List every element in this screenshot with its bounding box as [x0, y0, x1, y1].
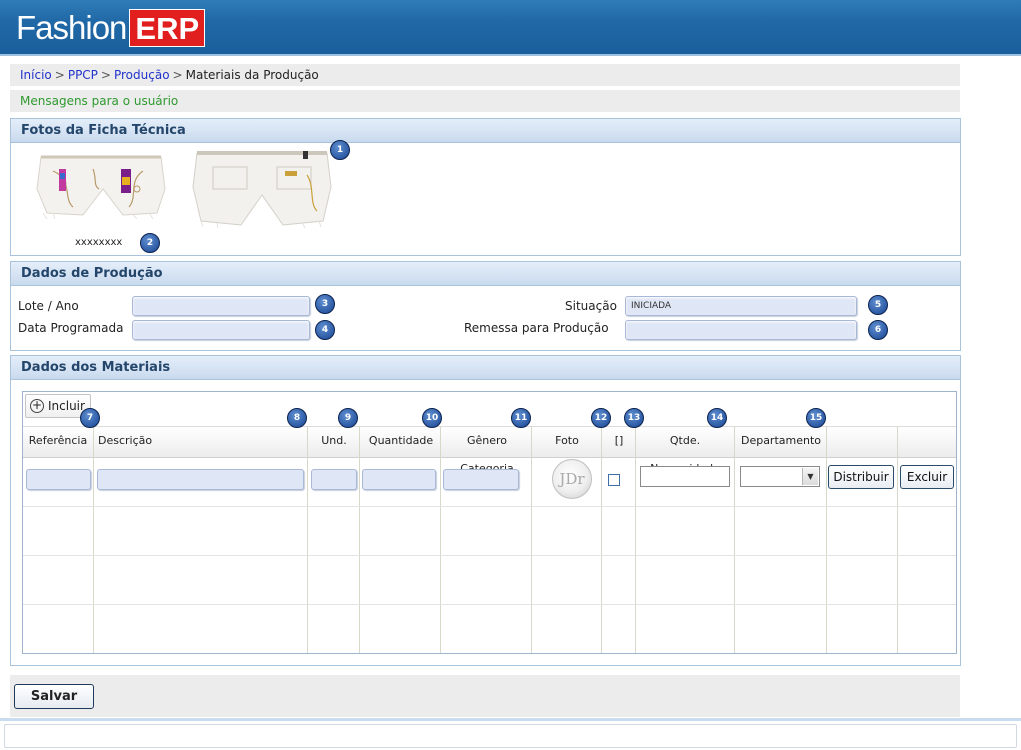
- col-checkbox: []: [614, 434, 624, 447]
- data-programada-label: Data Programada: [18, 321, 124, 335]
- badge-12: 12: [591, 408, 611, 428]
- row-divider: [23, 604, 956, 605]
- genero-categoria-input[interactable]: [443, 469, 519, 490]
- photo-placeholder-icon[interactable]: JDr: [552, 459, 592, 499]
- logo-badge: ERP: [129, 9, 206, 47]
- badge-3: 3: [315, 294, 335, 314]
- row-divider: [23, 555, 956, 556]
- und-input[interactable]: [311, 469, 357, 490]
- col-descricao: Descrição: [98, 434, 153, 447]
- column-divider: [531, 426, 532, 653]
- badge-15: 15: [806, 408, 826, 428]
- lote-ano-label: Lote / Ano: [18, 299, 79, 313]
- status-bar-inner: [4, 724, 1017, 748]
- breadcrumb-current: Materiais da Produção: [185, 68, 319, 82]
- breadcrumb-link-producao[interactable]: Produção: [114, 68, 170, 82]
- excluir-button[interactable]: Excluir: [900, 465, 954, 489]
- row-checkbox[interactable]: [608, 474, 620, 486]
- badge-4: 4: [315, 320, 335, 340]
- col-departamento: Departamento: [740, 434, 822, 447]
- badge-6: 6: [868, 320, 888, 340]
- shorts-back-photo[interactable]: [191, 147, 333, 229]
- breadcrumb-separator: >: [54, 68, 65, 82]
- dados-producao-title: Dados de Produção: [11, 262, 960, 286]
- materiais-grid: + Incluir Referência Descrição Und. Quan…: [22, 391, 957, 654]
- breadcrumb-link-ppcp[interactable]: PPCP: [68, 68, 98, 82]
- quantidade-input[interactable]: [362, 469, 436, 490]
- fotos-panel-title: Fotos da Ficha Técnica: [11, 119, 960, 143]
- column-divider: [440, 426, 441, 653]
- badge-2: 2: [140, 233, 160, 253]
- dados-producao-panel: Dados de Produção Lote / Ano 3 Data Prog…: [10, 261, 961, 351]
- referencia-input[interactable]: [26, 469, 91, 490]
- status-bar: [0, 718, 1021, 750]
- salvar-button[interactable]: Salvar: [14, 684, 94, 709]
- lote-ano-field[interactable]: [132, 296, 310, 316]
- departamento-select[interactable]: ▼: [740, 466, 820, 487]
- badge-8: 8: [287, 408, 307, 428]
- plus-icon: +: [30, 398, 44, 413]
- dados-materiais-title: Dados dos Materiais: [11, 356, 960, 380]
- col-quantidade: Quantidade: [368, 434, 434, 447]
- breadcrumb-link-inicio[interactable]: Início: [20, 68, 52, 82]
- badge-9: 9: [338, 408, 358, 428]
- badge-7: 7: [80, 408, 100, 428]
- remessa-producao-label: Remessa para Produção: [464, 321, 609, 335]
- col-genero-categoria: Gênero Categoria: [460, 434, 514, 475]
- photo-caption: xxxxxxxx: [75, 237, 123, 248]
- chevron-down-icon: ▼: [802, 468, 818, 485]
- data-programada-field[interactable]: [132, 320, 310, 340]
- fotos-panel: Fotos da Ficha Técnica xxxxxxxx 2 1: [10, 118, 961, 256]
- breadcrumb: Início > PPCP > Produção > Materiais da Produç…: [10, 64, 960, 86]
- badge-10: 10: [422, 408, 442, 428]
- column-divider: [635, 426, 636, 653]
- col-qtde-necessidade: Qtde. Necessidade: [650, 434, 720, 475]
- column-divider: [307, 426, 308, 653]
- distribuir-button[interactable]: Distribuir: [828, 465, 894, 489]
- badge-1: 1: [330, 140, 350, 160]
- grid-header: Referência Descrição Und. Quantidade Gên…: [23, 426, 956, 475]
- app-header: Fashion ERP: [0, 0, 1021, 56]
- column-divider: [734, 426, 735, 653]
- breadcrumb-separator: >: [100, 68, 111, 82]
- logo-text: Fashion: [16, 9, 127, 46]
- col-und: Und.: [321, 434, 347, 447]
- footer-actions-bar: [10, 675, 960, 717]
- badge-5: 5: [868, 295, 888, 315]
- situacao-field[interactable]: INICIADA: [625, 296, 857, 316]
- user-messages: Mensagens para o usuário: [10, 90, 960, 112]
- remessa-producao-field[interactable]: [625, 320, 857, 340]
- column-divider: [897, 426, 898, 653]
- right-margin: [961, 56, 1021, 718]
- breadcrumb-separator: >: [172, 68, 183, 82]
- dados-materiais-panel: Dados dos Materiais + Incluir Referência…: [10, 355, 961, 666]
- col-foto: Foto: [555, 434, 579, 447]
- column-divider: [601, 426, 602, 653]
- badge-13: 13: [624, 408, 644, 428]
- situacao-label: Situação: [565, 299, 617, 313]
- col-referencia: Referência: [28, 434, 88, 447]
- descricao-input[interactable]: [97, 469, 304, 490]
- incluir-label: Incluir: [48, 399, 85, 413]
- fashion-erp-logo: Fashion ERP: [16, 8, 206, 48]
- column-divider: [359, 426, 360, 653]
- badge-14: 14: [707, 408, 727, 428]
- page: Fashion ERP Início > PPCP > Produção > Materia…: [0, 0, 1021, 750]
- shorts-front-photo[interactable]: [33, 149, 169, 219]
- qtde-necessidade-input[interactable]: [640, 466, 730, 487]
- row-divider: [23, 506, 956, 507]
- badge-11: 11: [511, 408, 531, 428]
- column-divider: [93, 426, 94, 653]
- column-divider: [826, 426, 827, 653]
